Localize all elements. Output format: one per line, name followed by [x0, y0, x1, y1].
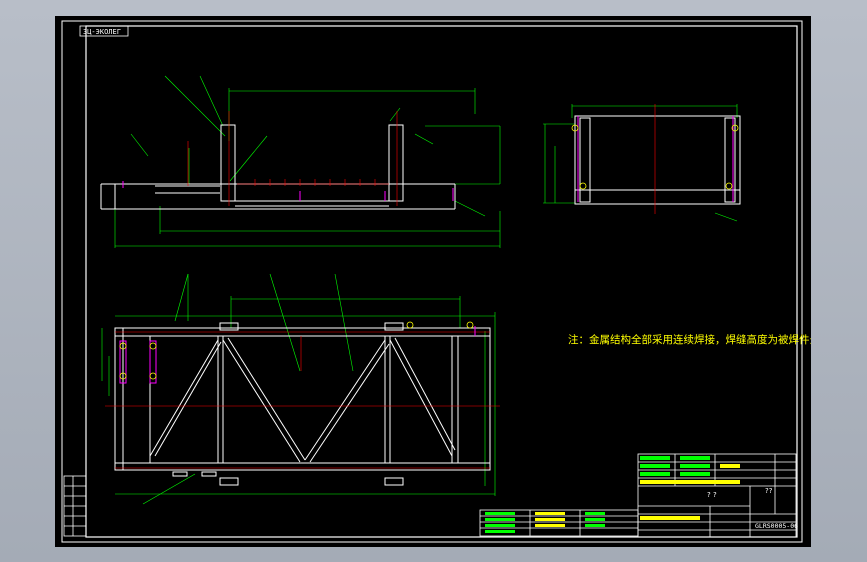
title-block-unknown-b: ?? [765, 487, 773, 495]
corner-tag: ЗЦ-ЭКОЛЕГ [79, 25, 129, 37]
title-block-unknown-a: ? ? [707, 491, 717, 499]
cad-drawing-canvas: ЗЦ-ЭКОЛЕГ 注：金属结构全部采用连续焊接，焊缝高度为被焊件 ? ? ??… [55, 16, 811, 547]
corner-tag-text: ЗЦ-ЭКОЛЕГ [83, 28, 121, 36]
general-note: 注：金属结构全部采用连续焊接，焊缝高度为被焊件最小厚度。 [568, 333, 811, 346]
cad-viewport[interactable]: ЗЦ-ЭКОЛЕГ 注：金属结构全部采用连续焊接，焊缝高度为被焊件 ? ? ??… [55, 16, 811, 547]
drawing-number: GLRS0005-06 [755, 522, 798, 530]
